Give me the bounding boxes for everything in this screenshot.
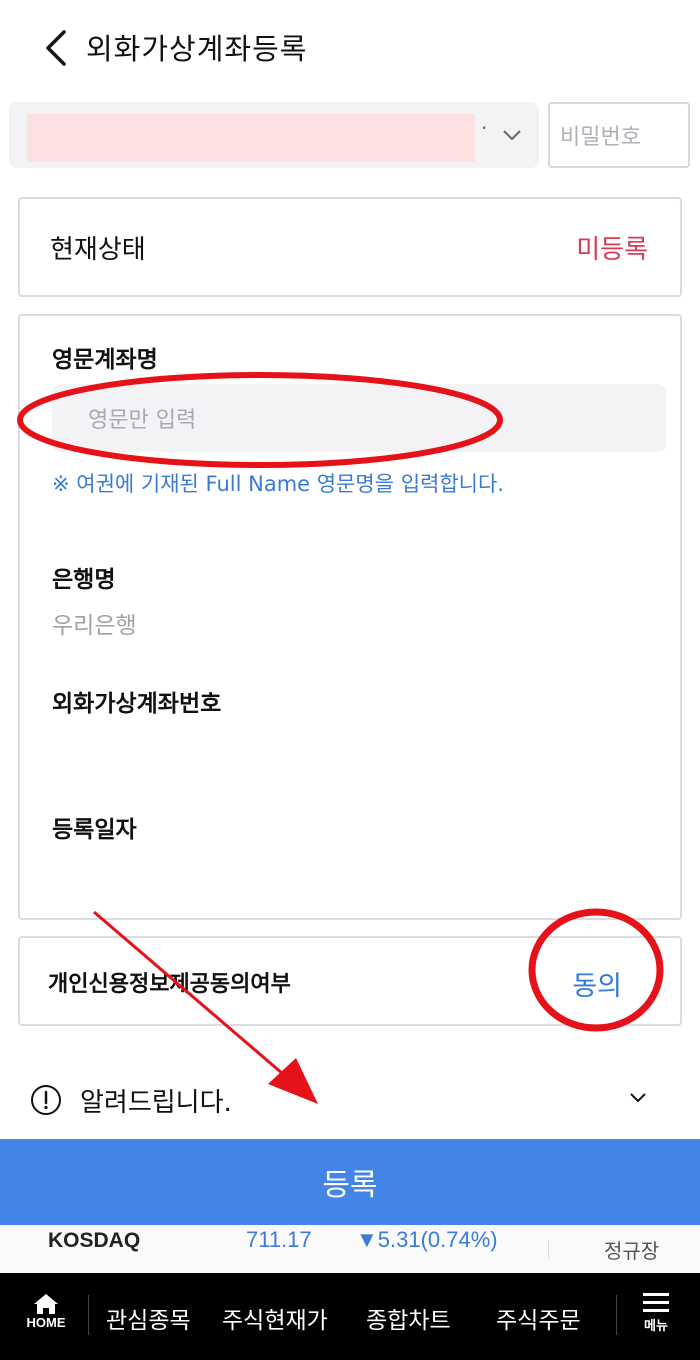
bottom-nav: HOME 관심종목 주식현재가 종합차트 주식주문 메뉴	[0, 1273, 700, 1360]
bank-value: 우리은행	[52, 613, 137, 639]
notice-title: 알려드립니다.	[80, 1088, 232, 1118]
home-icon	[34, 1294, 58, 1314]
account-number-redacted	[27, 114, 475, 162]
bank-label: 은행명	[52, 567, 116, 593]
english-name-input[interactable]: 영문만 입력	[52, 384, 666, 452]
status-card: 현재상태 미등록	[18, 197, 682, 297]
registration-date-label: 등록일자	[52, 817, 137, 843]
nav-item-watchlist[interactable]: 관심종목	[106, 1301, 191, 1335]
exclamation-circle-icon	[31, 1085, 61, 1115]
form-card: 영문계좌명 영문만 입력 ※ 여권에 기재된 Full Name 영문명을 입력…	[18, 314, 682, 920]
nav-item-chart[interactable]: 종합차트	[366, 1301, 451, 1335]
consent-card: 개인신용정보제공동의여부 동의	[18, 936, 682, 1026]
nav-divider	[88, 1295, 89, 1335]
ticker-change: ▼5.31(0.74%)	[356, 1227, 498, 1252]
market-ticker[interactable]: KOSDAQ 711.17 ▼5.31(0.74%) 정규장	[0, 1225, 700, 1273]
nav-item-current-price[interactable]: 주식현재가	[222, 1301, 328, 1335]
nav-menu-label: 메뉴	[644, 1319, 668, 1334]
english-name-label: 영문계좌명	[52, 347, 158, 373]
english-name-notice: ※ 여권에 기재된 Full Name 영문명을 입력합니다.	[52, 472, 504, 496]
chevron-down-icon	[630, 1093, 646, 1103]
nav-item-order[interactable]: 주식주문	[496, 1301, 581, 1335]
chevron-down-icon	[503, 130, 521, 141]
notice-accordion[interactable]: 알려드립니다.	[0, 1070, 700, 1130]
status-value: 미등록	[576, 235, 648, 265]
hamburger-menu-icon	[643, 1293, 669, 1312]
consent-agree-link[interactable]: 동의	[572, 964, 622, 1003]
ticker-divider	[548, 1239, 549, 1259]
password-input[interactable]: 비밀번호	[548, 102, 690, 168]
ticker-market-session: 정규장	[604, 1239, 660, 1263]
virtual-account-label: 외화가상계좌번호	[52, 691, 222, 717]
account-select[interactable]: ·	[9, 102, 539, 168]
register-button[interactable]: 등록	[0, 1139, 700, 1225]
status-label: 현재상태	[50, 235, 146, 265]
nav-divider	[616, 1295, 617, 1335]
nav-menu[interactable]: 메뉴	[636, 1291, 676, 1347]
page-title: 외화가상계좌등록	[86, 32, 308, 66]
header: 외화가상계좌등록	[0, 0, 700, 95]
back-arrow-icon[interactable]	[38, 26, 78, 70]
account-dot: ·	[481, 116, 488, 140]
nav-home-label: HOME	[26, 1315, 66, 1330]
nav-home[interactable]: HOME	[20, 1293, 72, 1349]
ticker-value: 711.17	[246, 1227, 312, 1252]
ticker-name: KOSDAQ	[48, 1229, 141, 1252]
screen: 외화가상계좌등록 · 비밀번호 현재상태 미등록 영문계좌명 영문만 입력 ※ …	[0, 0, 700, 1360]
consent-label: 개인신용정보제공동의여부	[48, 972, 291, 997]
